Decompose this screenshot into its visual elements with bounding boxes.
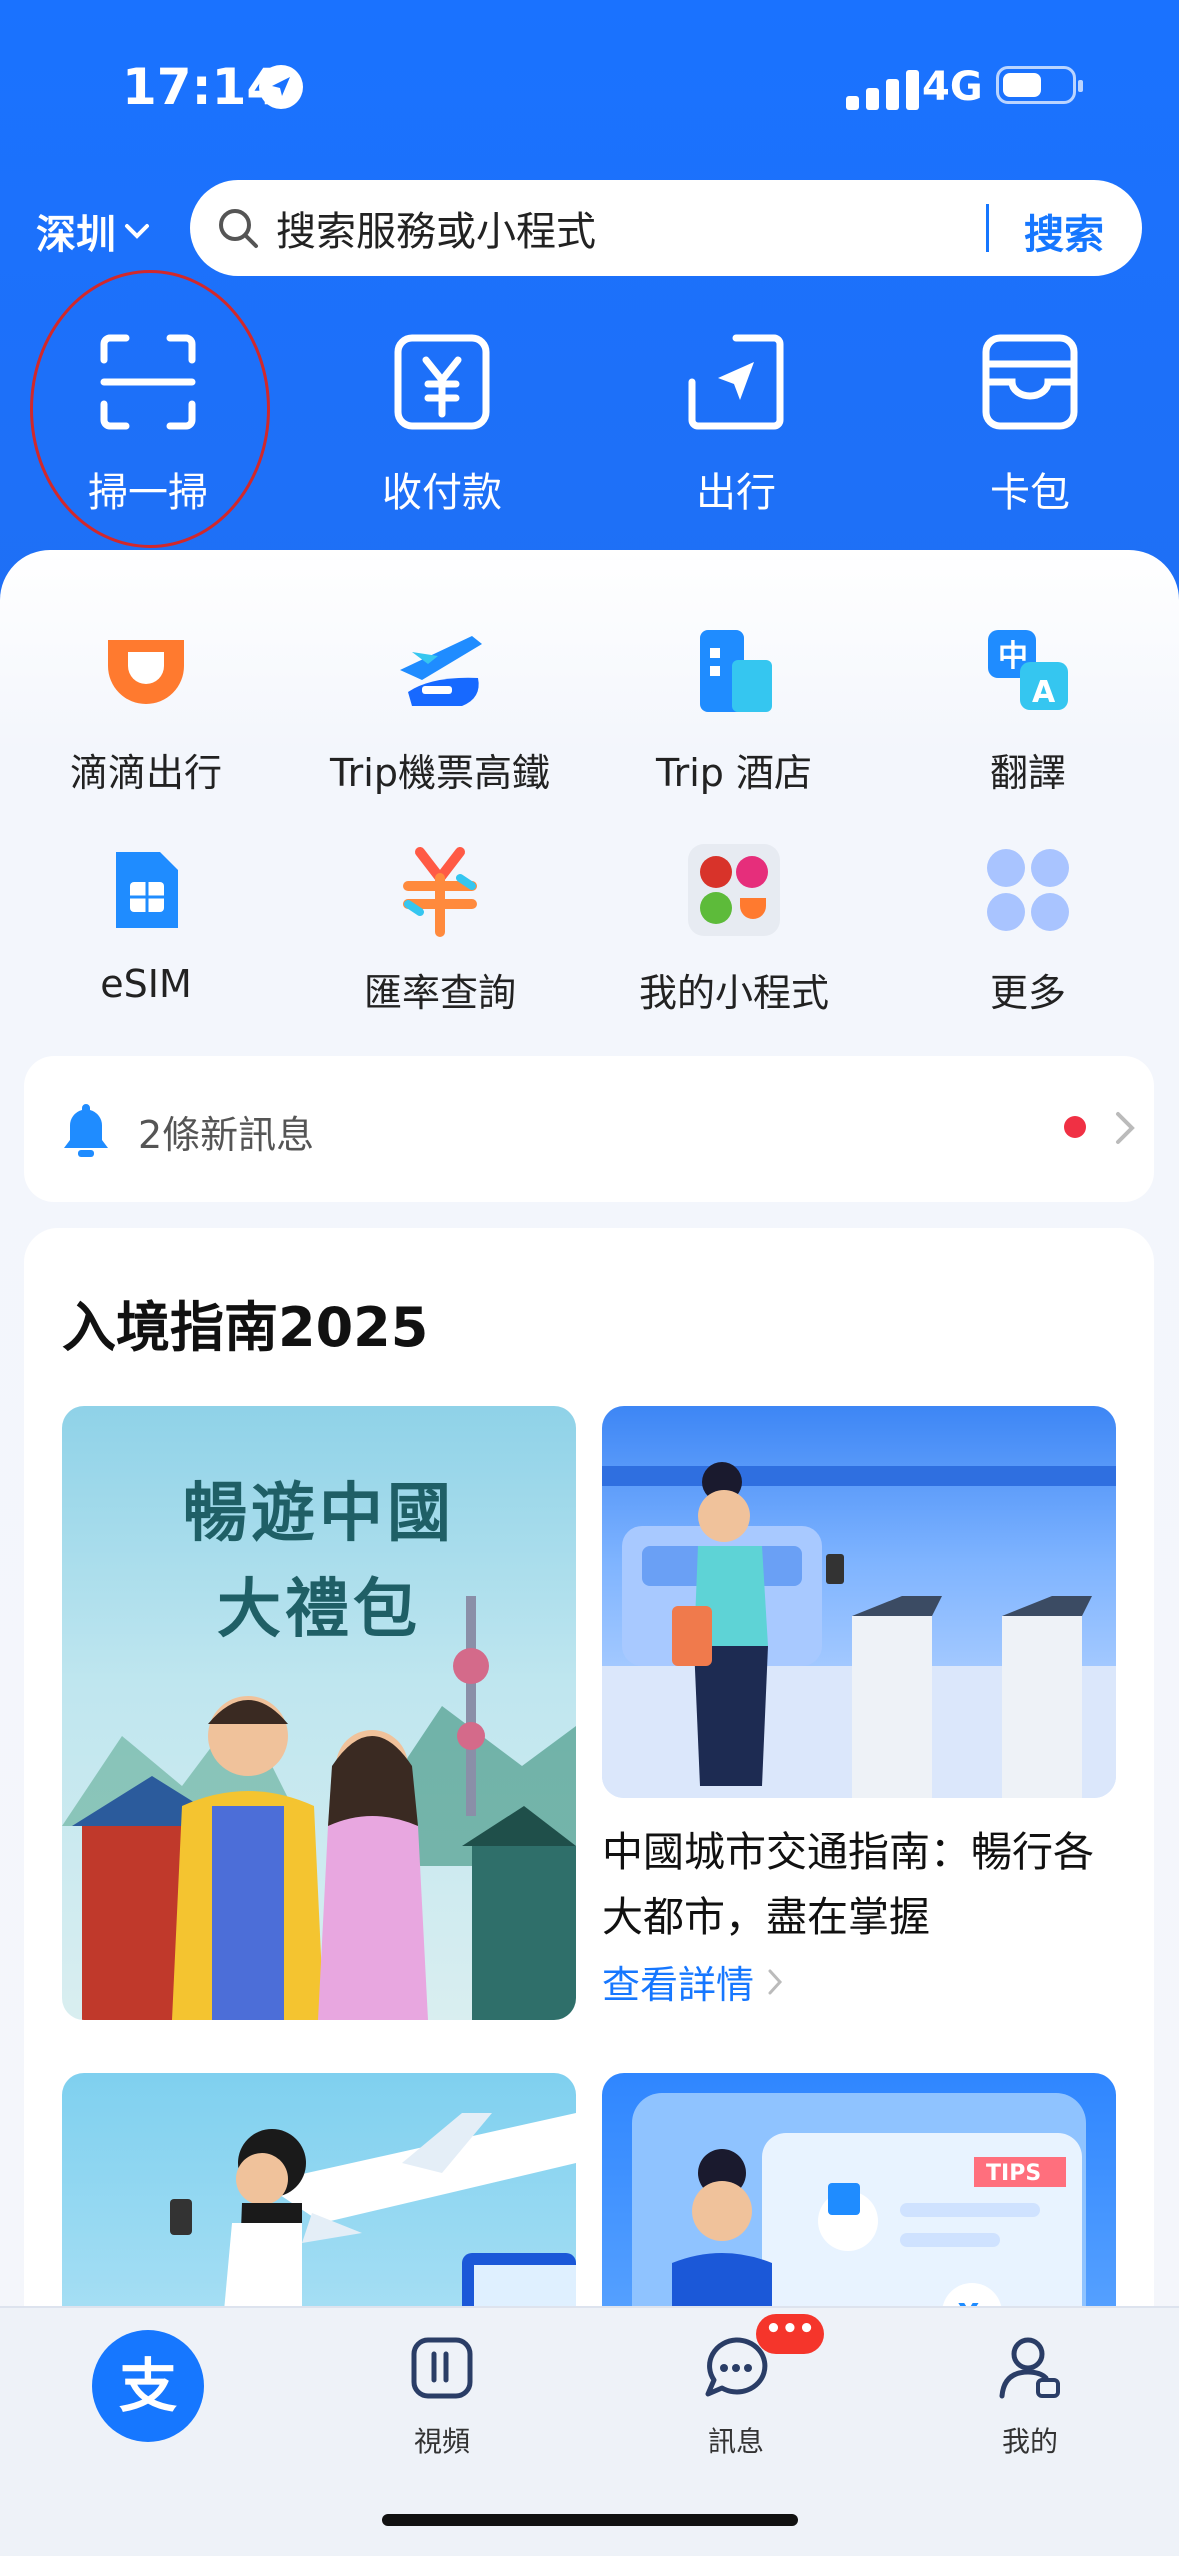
chevron-right-icon [1116,1112,1135,1144]
app-label: 更多 [989,971,1066,1015]
hotel-icon [700,630,772,712]
app-label: 滴滴出行 [69,751,222,795]
app-label: Trip 酒店 [655,751,812,795]
search-divider [986,204,989,252]
esim-icon [116,852,178,928]
app-exchange-rate[interactable]: 匯率查詢 [310,842,570,1017]
notification-bar[interactable]: 2條新訊息 [24,1056,1154,1202]
app-label: eSIM [100,962,192,1006]
location-arrow-icon [259,65,303,109]
transit-icon [688,334,784,430]
header: 17:14 4G 深圳 搜索服務或小程式 搜索 掃一掃 收付款 出行 卡包 [0,0,1179,640]
translate-icon: 中A [988,630,1068,710]
wallet-icon [982,334,1078,430]
app-trip-flight[interactable]: Trip機票高鐵 [310,622,570,797]
more-grid-icon [987,849,1069,931]
status-bar: 17:14 4G [0,52,1179,132]
svg-text:中: 中 [998,639,1028,674]
notification-text: 2條新訊息 [138,1113,315,1157]
network-type: 4G [922,64,983,110]
travelers-illustration [62,1596,576,2020]
payment-icon [394,334,490,430]
app-label: 我的小程式 [638,971,829,1015]
chevron-right-icon [768,1969,783,1994]
profile-icon [999,2337,1060,2399]
tab-label: 我的 [1001,2425,1058,2458]
search-icon [219,209,258,248]
home-indicator [382,2514,798,2526]
svg-text:A: A [1032,675,1056,710]
section-title: 入境指南2025 [62,1296,429,1359]
app-trip-hotel[interactable]: Trip 酒店 [604,622,864,797]
svg-text:支: 支 [119,2352,177,2420]
alipay-logo-icon: 支 [119,2352,177,2420]
view-details-link[interactable]: 查看詳情 [602,1954,784,2009]
quick-action-payment[interactable]: 收付款 [342,330,542,518]
cellular-signal-icon [846,66,926,110]
app-esim[interactable]: eSIM [16,842,276,1006]
app-didi[interactable]: 滴滴出行 [16,622,276,797]
didi-icon [108,640,184,704]
search-button[interactable]: 搜索 [1024,202,1104,260]
app-label: 翻譯 [989,751,1066,795]
search-bar[interactable]: 搜索服務或小程式 搜索 [190,180,1142,276]
china-travel-banner[interactable]: 暢遊中國 大禮包 [62,1406,576,2020]
quick-action-transit[interactable]: 出行 [636,330,836,518]
message-badge: ••• [756,2314,824,2354]
tab-label: 視頻 [413,2425,470,2458]
tab-home[interactable]: 支 [92,2330,204,2442]
annotation-circle [30,270,270,548]
unread-dot [1064,1116,1086,1138]
battery-icon [996,66,1083,104]
app-translate[interactable]: 中A 翻譯 [898,622,1158,797]
quick-action-label: 出行 [696,470,776,516]
article-title[interactable]: 中國城市交通指南：暢行各大都市，盡在掌握 [602,1820,1116,1950]
tab-video[interactable]: 視頻 [342,2322,542,2460]
exchange-rate-icon [403,847,477,937]
search-input[interactable]: 搜索服務或小程式 [276,199,596,257]
app-label: 匯率查詢 [363,971,516,1015]
mini-program-icon [688,844,780,936]
transport-article-image[interactable] [602,1406,1116,1798]
app-mini-programs[interactable]: 我的小程式 [604,842,864,1017]
quick-action-label: 卡包 [990,470,1070,516]
transit-gate-illustration [602,1462,1116,1798]
city-label: 深圳 [36,212,116,258]
quick-action-label: 收付款 [382,470,502,516]
tab-label: 訊息 [707,2425,764,2458]
city-selector[interactable]: 深圳 [36,202,150,260]
tips-tag: TIPS [986,2161,1041,2186]
video-icon [411,2337,473,2399]
app-more[interactable]: 更多 [898,842,1158,1017]
bell-icon [64,1104,108,1157]
quick-action-wallet[interactable]: 卡包 [930,330,1130,518]
view-details-label: 查看詳情 [602,1963,755,2007]
app-label: Trip機票高鐵 [330,751,550,795]
tab-me[interactable]: 我的 [930,2322,1130,2460]
chevron-down-icon [125,224,149,239]
flight-train-icon [400,636,482,706]
